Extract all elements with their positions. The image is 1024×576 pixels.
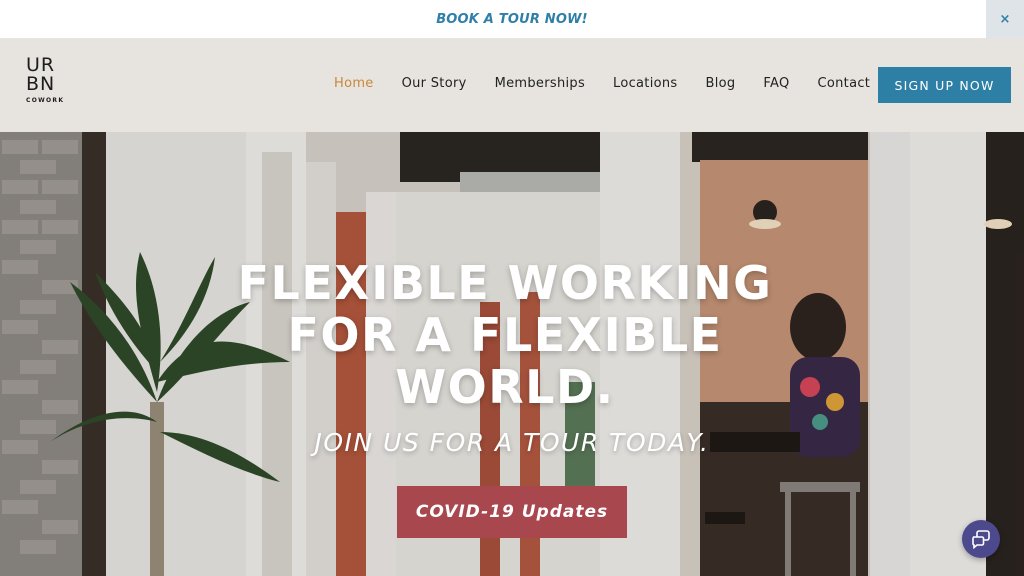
chat-widget-button[interactable]	[962, 520, 1000, 558]
nav-item-home[interactable]: Home	[334, 76, 374, 91]
logo-line-2: BN	[26, 75, 70, 94]
logo-text-bottom: BN	[26, 73, 56, 95]
nav-item-blog[interactable]: Blog	[705, 76, 735, 91]
nav-item-our-story[interactable]: Our Story	[402, 76, 467, 91]
nav-item-faq[interactable]: FAQ	[763, 76, 789, 91]
site-header: UR BN COWORK Home Our Story Memberships …	[0, 38, 1024, 132]
chat-bubbles-icon	[972, 530, 990, 549]
close-icon[interactable]: ×	[986, 0, 1024, 38]
main-nav: Home Our Story Memberships Locations Blo…	[334, 76, 898, 91]
hero-title: FLEXIBLE WORKING FOR A FLEXIBLE WORLD.	[0, 257, 1010, 413]
nav-item-locations[interactable]: Locations	[613, 76, 677, 91]
nav-item-memberships[interactable]: Memberships	[495, 76, 585, 91]
hero-subtitle: JOIN US FOR A TOUR TODAY.	[314, 428, 710, 457]
covid-updates-button[interactable]: COVID-19 Updates	[397, 486, 627, 538]
hero-section: FLEXIBLE WORKING FOR A FLEXIBLE WORLD. J…	[0, 132, 1024, 576]
nav-item-contact[interactable]: Contact	[818, 76, 871, 91]
announcement-bar: BOOK A TOUR NOW! ×	[0, 0, 1024, 38]
hero-title-line-3: WORLD.	[395, 360, 615, 414]
logo-subtitle: COWORK	[26, 97, 65, 104]
hero-title-line-1: FLEXIBLE WORKING	[237, 256, 773, 310]
hero-title-line-2: FOR A FLEXIBLE	[287, 308, 723, 362]
urbn-logo[interactable]: UR BN COWORK	[26, 56, 70, 114]
sign-up-button[interactable]: SIGN UP NOW	[878, 67, 1011, 103]
book-tour-link[interactable]: BOOK A TOUR NOW!	[436, 12, 588, 27]
